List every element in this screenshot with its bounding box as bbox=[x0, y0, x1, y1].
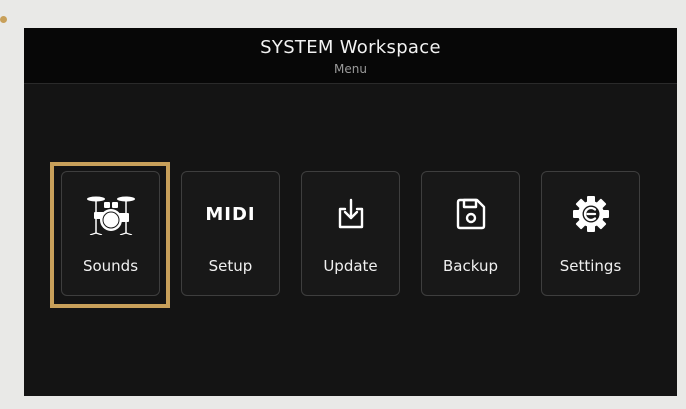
gear-icon bbox=[542, 192, 639, 236]
menu-tile-label: Settings bbox=[559, 257, 622, 275]
menu-tile-label: Setup bbox=[208, 257, 253, 275]
menu-tile-settings[interactable]: Settings bbox=[541, 171, 640, 296]
page-title: SYSTEM Workspace bbox=[260, 37, 441, 58]
menu-tile-setup[interactable]: MIDI Setup bbox=[181, 171, 280, 296]
menu-tile-label: Update bbox=[323, 257, 378, 275]
menu-tile-label: Backup bbox=[443, 257, 498, 275]
menu-tile-sounds[interactable]: Sounds bbox=[61, 171, 160, 296]
device-screen: SYSTEM Workspace Menu Sounds MIDI Setup … bbox=[24, 28, 677, 396]
download-tray-icon bbox=[302, 192, 399, 236]
menu-tile-backup[interactable]: Backup bbox=[421, 171, 520, 296]
midi-icon: MIDI bbox=[182, 192, 279, 236]
floppy-disk-icon bbox=[422, 192, 519, 236]
menu-tile-label: Sounds bbox=[82, 257, 139, 275]
page-subtitle: Menu bbox=[334, 62, 367, 76]
menu-tile-update[interactable]: Update bbox=[301, 171, 400, 296]
corner-marker-dot bbox=[0, 16, 7, 23]
drum-kit-icon bbox=[62, 192, 159, 236]
midi-icon-text: MIDI bbox=[205, 203, 256, 225]
title-bar: SYSTEM Workspace Menu bbox=[24, 28, 677, 84]
